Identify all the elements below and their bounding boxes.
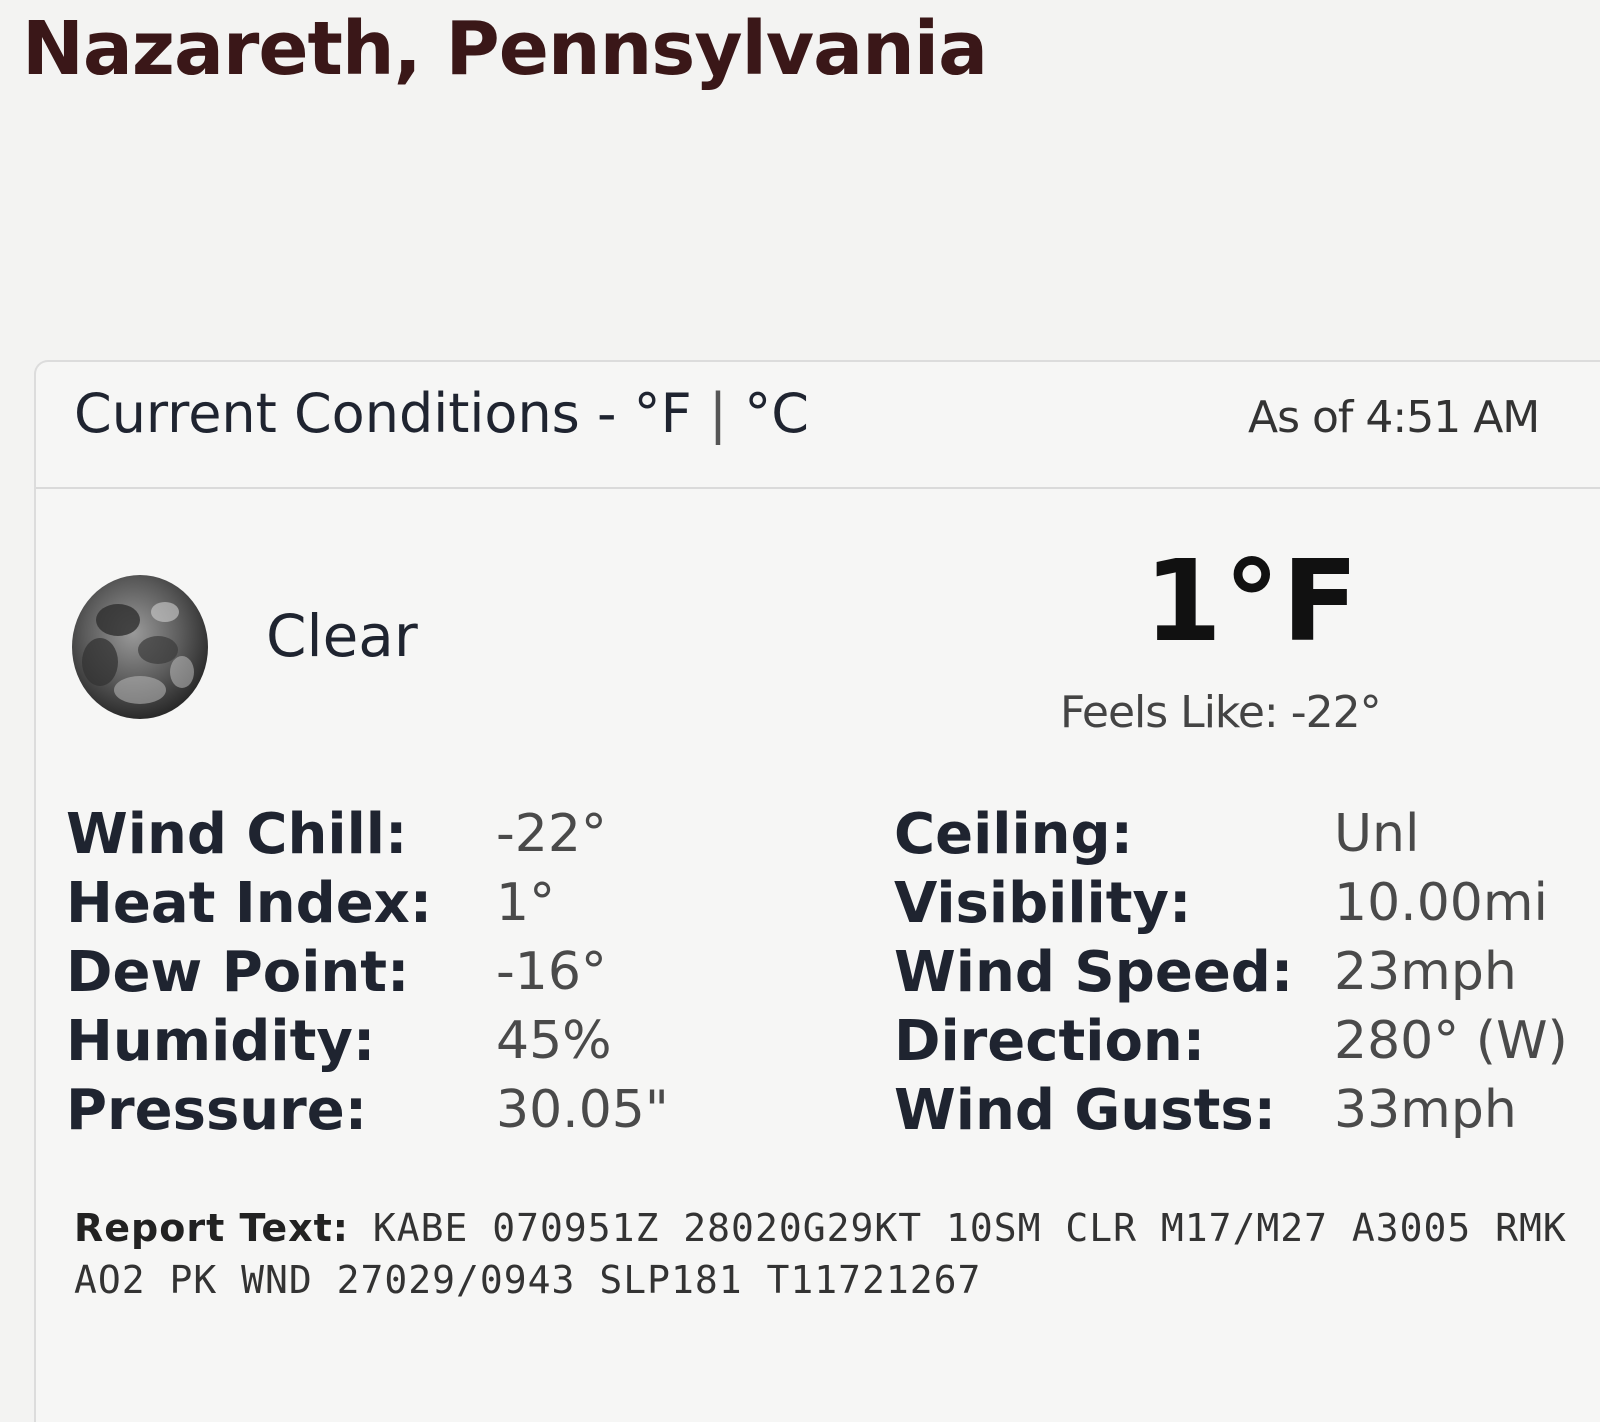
report-label: Report Text: bbox=[74, 1206, 349, 1250]
detail-label: Wind Gusts: bbox=[894, 1078, 1277, 1143]
detail-row-wind-chill: Wind Chill: -22° bbox=[66, 802, 766, 871]
detail-value: 1° bbox=[496, 873, 556, 933]
left-details: Wind Chill: -22° Heat Index: 1° Dew Poin… bbox=[66, 802, 766, 1147]
feels-like: Feels Like: -22° bbox=[1060, 687, 1382, 738]
panel-title: Current Conditions - °F | °C bbox=[74, 382, 809, 445]
observation-timestamp: As of 4:51 AM bbox=[1248, 392, 1540, 443]
detail-value: 33mph bbox=[1334, 1080, 1517, 1140]
detail-row-ceiling: Ceiling: Unl bbox=[894, 802, 1600, 871]
detail-label: Visibility: bbox=[894, 871, 1192, 936]
detail-row-visibility: Visibility: 10.00mi bbox=[894, 871, 1600, 940]
unit-celsius-link[interactable]: °C bbox=[744, 382, 809, 445]
detail-row-pressure: Pressure: 30.05" bbox=[66, 1078, 766, 1147]
detail-value: -22° bbox=[496, 804, 607, 864]
detail-value: Unl bbox=[1334, 804, 1420, 864]
panel-title-text: Current Conditions bbox=[74, 382, 580, 445]
location-title: Nazareth, Pennsylvania bbox=[22, 6, 988, 92]
detail-value: 280° (W) bbox=[1334, 1011, 1568, 1071]
detail-label: Ceiling: bbox=[894, 802, 1134, 867]
detail-label: Wind Chill: bbox=[66, 802, 408, 867]
detail-value: -16° bbox=[496, 942, 607, 1002]
detail-row-wind-speed: Wind Speed: 23mph bbox=[894, 940, 1600, 1009]
current-temperature: 1°F bbox=[1144, 537, 1361, 667]
detail-row-direction: Direction: 280° (W) bbox=[894, 1009, 1600, 1078]
condition-text: Clear bbox=[266, 602, 418, 670]
detail-value: 23mph bbox=[1334, 942, 1517, 1002]
unit-fahrenheit-link[interactable]: °F bbox=[634, 382, 692, 445]
metar-report: Report Text: KABE 070951Z 28020G29KT 10S… bbox=[74, 1202, 1574, 1306]
unit-separator: | bbox=[691, 382, 745, 445]
panel-header: Current Conditions - °F | °C As of 4:51 … bbox=[36, 362, 1600, 489]
detail-value: 30.05" bbox=[496, 1080, 669, 1140]
detail-row-heat-index: Heat Index: 1° bbox=[66, 871, 766, 940]
detail-label: Humidity: bbox=[66, 1009, 376, 1074]
title-dash: - bbox=[579, 382, 634, 445]
detail-row-wind-gusts: Wind Gusts: 33mph bbox=[894, 1078, 1600, 1147]
detail-label: Dew Point: bbox=[66, 940, 410, 1005]
detail-value: 10.00mi bbox=[1334, 873, 1548, 933]
detail-label: Pressure: bbox=[66, 1078, 368, 1143]
detail-value: 45% bbox=[496, 1011, 612, 1071]
moon-icon bbox=[70, 572, 210, 722]
detail-row-dew-point: Dew Point: -16° bbox=[66, 940, 766, 1009]
right-details: Ceiling: Unl Visibility: 10.00mi Wind Sp… bbox=[894, 802, 1600, 1147]
detail-row-humidity: Humidity: 45% bbox=[66, 1009, 766, 1078]
detail-label: Direction: bbox=[894, 1009, 1206, 1074]
detail-label: Heat Index: bbox=[66, 871, 433, 936]
detail-label: Wind Speed: bbox=[894, 940, 1294, 1005]
current-conditions-panel: Current Conditions - °F | °C As of 4:51 … bbox=[34, 360, 1600, 1422]
